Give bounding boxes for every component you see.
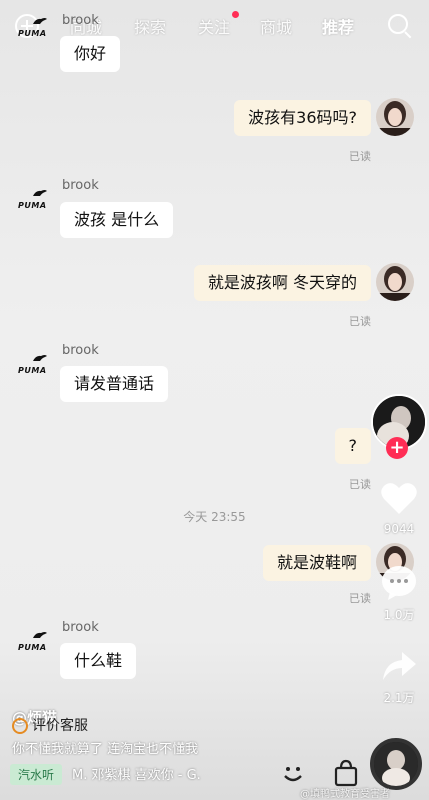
comment-count: 1.0万 — [383, 608, 415, 622]
puma-logo: PUMA — [18, 353, 50, 375]
music-title[interactable]: M. 邓紫棋 喜欢你 - G. — [72, 764, 201, 783]
emoji-icon[interactable] — [278, 758, 308, 788]
read-status: 已读 — [349, 592, 371, 605]
shopping-bag-icon[interactable] — [331, 758, 361, 788]
follow-button[interactable]: + — [386, 437, 408, 459]
sender-name: brook — [62, 343, 99, 358]
music-tag[interactable]: 汽水听 — [10, 764, 63, 785]
read-status: 已读 — [349, 478, 371, 491]
message-bubble-out: 就是波鞋啊 — [262, 545, 371, 581]
smile-icon — [12, 718, 28, 734]
message-bubble-in: 你好 — [60, 36, 121, 72]
like-count: 9044 — [383, 522, 415, 536]
sender-name: brook — [62, 13, 99, 28]
comment-icon[interactable] — [378, 562, 420, 602]
message-bubble-in: 什么鞋 — [60, 643, 137, 679]
like-icon[interactable] — [378, 478, 420, 518]
message-bubble-in: 请发普通话 — [60, 366, 169, 402]
review-service: 评价客服 — [12, 715, 88, 737]
message-bubble-in: 波孩 是什么 — [60, 202, 174, 238]
music-row[interactable]: 汽水听 M. 邓紫棋 喜欢你 - G. — [10, 764, 278, 786]
message-bubble-out: 就是波孩啊 冬天穿的 — [193, 265, 371, 301]
my-avatar — [376, 98, 414, 136]
tab-mall[interactable]: 商城 — [260, 14, 292, 38]
puma-logo: PUMA — [18, 188, 50, 210]
watermark: @填鸭式教育受害者 — [300, 789, 390, 800]
read-status: 已读 — [349, 150, 371, 163]
music-disc[interactable] — [370, 738, 422, 790]
review-label: 评价客服 — [32, 718, 88, 734]
my-avatar — [376, 263, 414, 301]
puma-logo: PUMA — [18, 630, 50, 652]
read-status: 已读 — [349, 315, 371, 328]
tab-following[interactable]: 关注 — [198, 14, 230, 38]
tab-recommended[interactable]: 推荐 — [322, 14, 354, 38]
sender-name: brook — [62, 178, 99, 193]
share-count: 2.1万 — [383, 691, 415, 705]
tab-explore[interactable]: 探索 — [134, 14, 166, 38]
message-bubble-out: ? — [334, 428, 371, 464]
message-bubble-out: 波孩有36码吗? — [234, 100, 371, 136]
notification-dot — [232, 11, 239, 18]
video-caption: 你不懂我就算了 连淘宝也不懂我 — [12, 742, 199, 757]
puma-logo: PUMA — [18, 16, 50, 38]
search-icon[interactable] — [388, 14, 408, 34]
share-icon[interactable] — [378, 646, 420, 686]
chat-timestamp: 今天 23:55 — [183, 510, 246, 524]
sender-name: brook — [62, 620, 99, 635]
